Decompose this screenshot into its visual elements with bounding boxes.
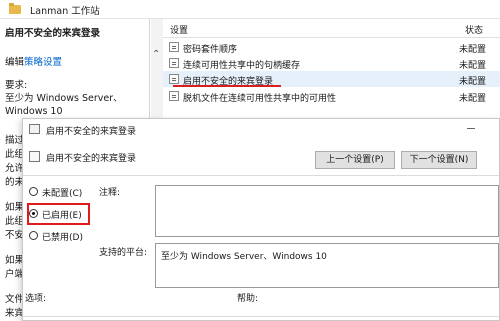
list-row[interactable]: 连续可用性共享中的句柄缓存 未配置 xyxy=(163,55,500,71)
divider xyxy=(23,175,499,176)
setting-state: 未配置 xyxy=(459,77,487,87)
window-title: Lanman 工作站 xyxy=(30,6,100,17)
platform-value: 至少为 Windows Server、Windows 10 xyxy=(161,252,327,262)
list-row[interactable]: 脱机文件在连续可用性共享中的可用性 未配置 xyxy=(163,88,500,104)
radio-label[interactable]: 已禁用(D) xyxy=(42,230,83,243)
platform-field[interactable]: 至少为 Windows Server、Windows 10 xyxy=(155,243,499,288)
column-setting[interactable]: 设置 xyxy=(170,23,188,36)
list-header: 设置 状态 xyxy=(163,19,500,38)
setting-state: 未配置 xyxy=(459,94,487,104)
setting-name: 连续可用性共享中的句柄缓存 xyxy=(183,61,301,71)
comment-label: 注释: xyxy=(99,188,121,198)
previous-setting-button[interactable]: 上一个设置(P) xyxy=(315,151,395,169)
policy-icon xyxy=(29,124,40,134)
red-box-annotation xyxy=(27,203,90,225)
policy-icon xyxy=(169,74,179,84)
folder-icon xyxy=(9,3,21,14)
options-label: 选项: xyxy=(25,294,47,304)
scroll-up-icon[interactable]: ⌃ xyxy=(152,49,160,60)
red-underline-annotation xyxy=(173,85,281,87)
divider xyxy=(23,316,499,317)
dialog-title: 启用不安全的来宾登录 xyxy=(46,127,137,137)
policy-icon xyxy=(169,42,179,52)
dialog-titlebar: 启用不安全的来宾登录 xyxy=(23,119,499,139)
setting-name: 脱机文件在连续可用性共享中的可用性 xyxy=(183,94,337,104)
radio-button[interactable] xyxy=(29,187,38,196)
policy-settings-link[interactable]: 策略设置 xyxy=(24,57,62,68)
edit-prefix: 编辑 xyxy=(5,57,25,68)
edit-policy-line: 编辑策略设置 xyxy=(5,54,62,68)
policy-icon xyxy=(29,151,40,162)
requirements-line-1: 至少为 Windows Server、 xyxy=(5,93,123,104)
platform-label: 支持的平台: xyxy=(99,248,148,258)
minimize-icon[interactable] xyxy=(461,121,481,135)
requirements-label: 要求: xyxy=(5,80,28,91)
next-setting-button[interactable]: 下一个设置(N) xyxy=(401,151,477,169)
setting-state: 未配置 xyxy=(459,61,487,71)
policy-dialog: 启用不安全的来宾登录 启用不安全的来宾登录 上一个设置(P) 下一个设置(N) … xyxy=(22,118,500,321)
column-state[interactable]: 状态 xyxy=(465,23,483,36)
setting-name: 密码套件顺序 xyxy=(183,45,238,55)
comment-field[interactable] xyxy=(155,185,499,237)
requirements: 要求: 至少为 Windows Server、 Windows 10 xyxy=(5,79,123,118)
policy-icon xyxy=(169,91,179,101)
list-row[interactable]: 密码套件顺序 未配置 xyxy=(163,39,500,55)
setting-state: 未配置 xyxy=(459,45,487,55)
radio-label[interactable]: 未配置(C) xyxy=(42,186,82,199)
policy-icon xyxy=(169,58,179,68)
policy-heading: 启用不安全的来宾登录 xyxy=(5,28,101,39)
window-titlebar: Lanman 工作站 xyxy=(0,0,500,19)
radio-button[interactable] xyxy=(29,231,38,240)
help-label: 帮助: xyxy=(237,294,259,304)
requirements-line-2: Windows 10 xyxy=(5,106,63,117)
policy-name: 启用不安全的来宾登录 xyxy=(46,154,137,164)
